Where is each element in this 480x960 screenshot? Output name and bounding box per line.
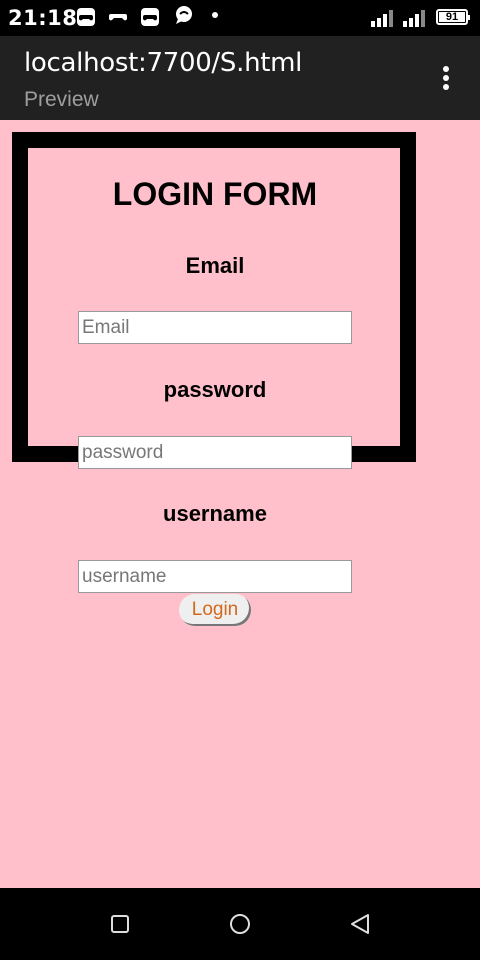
overflow-menu-button[interactable] <box>430 62 462 94</box>
page-url-title: localhost:7700/S.html <box>24 48 303 78</box>
signal-icon <box>371 9 397 32</box>
menu-dot-icon <box>443 66 449 72</box>
home-button[interactable] <box>228 912 252 936</box>
gamepad-icon <box>76 7 96 27</box>
username-label: username <box>163 501 267 526</box>
app-bar: localhost:7700/S.html Preview <box>0 36 480 120</box>
email-input[interactable] <box>78 311 352 344</box>
recent-apps-button[interactable] <box>108 912 132 936</box>
status-bar: 21:18 91 <box>0 0 480 36</box>
gamepad-icon <box>140 7 160 27</box>
email-label: Email <box>185 253 245 278</box>
circle-icon <box>230 914 250 934</box>
square-icon <box>111 915 129 933</box>
navigation-bar <box>0 888 480 960</box>
triangle-back-icon <box>351 914 369 934</box>
page-subtitle: Preview <box>24 88 99 111</box>
password-label: password <box>163 377 267 402</box>
menu-dot-icon <box>443 75 449 81</box>
username-input[interactable] <box>78 560 352 593</box>
chat-bubble-icon <box>174 5 194 25</box>
back-button[interactable] <box>348 912 372 936</box>
dot-icon <box>210 10 220 20</box>
battery-level: 91 <box>439 12 465 23</box>
form-title: LOGIN FORM <box>112 176 318 212</box>
battery-icon: 91 <box>436 9 470 25</box>
gamepad-icon <box>108 7 128 27</box>
status-time: 21:18 <box>8 6 78 30</box>
login-button[interactable]: Login <box>179 594 251 626</box>
menu-dot-icon <box>443 84 449 90</box>
password-input[interactable] <box>78 436 352 469</box>
signal-icon <box>403 9 429 32</box>
